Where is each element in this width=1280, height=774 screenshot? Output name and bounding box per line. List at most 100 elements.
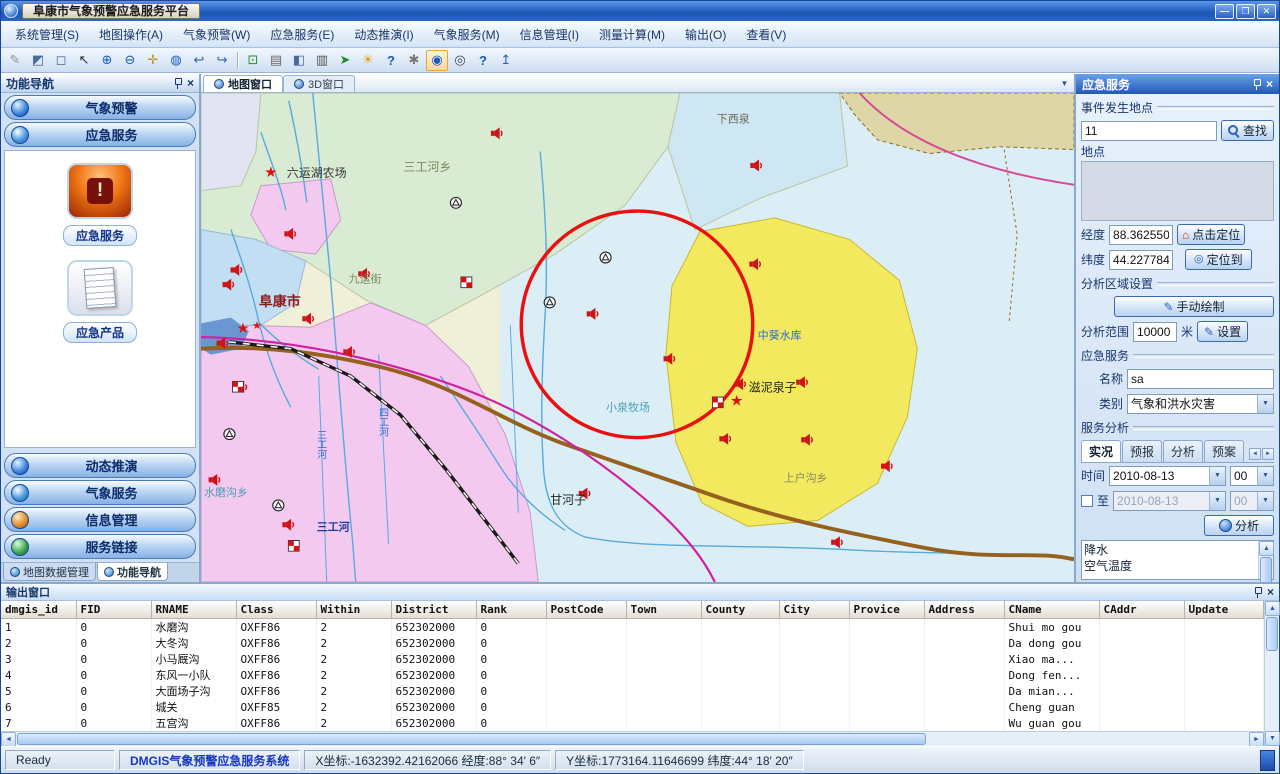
sidebar-item-weather-service[interactable]: 气象服务 <box>4 480 196 505</box>
combo-caret-icon[interactable]: ▼ <box>1257 467 1273 485</box>
menu-weather-service[interactable]: 气象服务(M) <box>424 22 510 47</box>
menu-view[interactable]: 查看(V) <box>736 22 796 47</box>
station-icon[interactable] <box>224 429 235 440</box>
overview-map-tool-icon[interactable]: ⊡ <box>242 50 264 71</box>
event-star-icon[interactable]: ★ <box>252 320 262 332</box>
tab-3d-window[interactable]: 3D窗口 <box>283 75 355 92</box>
tab-analysis[interactable]: 分析 <box>1163 440 1203 462</box>
service-name-input[interactable] <box>1127 369 1274 389</box>
station-icon[interactable] <box>273 500 284 511</box>
zoom-forward-tool-icon[interactable]: ↪ <box>211 50 233 71</box>
combo-caret-icon[interactable]: ▼ <box>1209 467 1225 485</box>
time-date-combo[interactable]: 2010-08-13 ▼ <box>1109 466 1226 486</box>
visibility-tool-icon[interactable]: ◎ <box>449 50 471 71</box>
manual-draw-button[interactable]: ✎ 手动绘制 <box>1114 296 1274 317</box>
flag-shield-icon[interactable] <box>461 277 472 288</box>
table-row[interactable]: 4 0 东风一小队 OXFF86 2 652302000 0 <box>1 667 1264 683</box>
map-svg[interactable]: ★ ★ ★ ★ 下西泉 六运湖农场 三工河乡 阜康市 九运街 中葵水库 滋泥泉子 <box>201 93 1074 582</box>
combo-caret-icon[interactable]: ▼ <box>1257 492 1273 510</box>
sidebar-item-service-links[interactable]: 服务链接 <box>4 534 196 559</box>
list-item[interactable]: 降水 <box>1084 542 1256 558</box>
service-type-combo[interactable]: 气象和洪水灾害 ▼ <box>1127 394 1274 414</box>
scroll-left-icon[interactable]: ◄ <box>1 732 16 746</box>
hint-tool-icon[interactable]: ☀ <box>357 50 379 71</box>
export-tool-icon[interactable]: ↥ <box>495 50 517 71</box>
longitude-input[interactable] <box>1109 225 1173 245</box>
output-vscrollbar[interactable]: ▲ ▼ <box>1264 601 1279 746</box>
layer-control-tool-icon[interactable]: ▤ <box>265 50 287 71</box>
column-header[interactable]: District <box>391 601 476 619</box>
column-header[interactable]: CName <box>1004 601 1099 619</box>
analysis-item-list[interactable]: 降水空气温度 ▲ ▼ <box>1081 540 1274 580</box>
column-header[interactable]: Town <box>626 601 701 619</box>
close-icon[interactable]: × <box>1266 78 1273 90</box>
scrollbar-thumb[interactable] <box>17 733 926 745</box>
event-star-icon[interactable]: ★ <box>730 393 743 409</box>
emergency-product-shortcut[interactable]: 应急产品 <box>63 260 137 343</box>
pan-tool-icon[interactable]: ✛ <box>142 50 164 71</box>
menu-map-ops[interactable]: 地图操作(A) <box>89 22 173 47</box>
scroll-down-icon[interactable]: ▼ <box>1265 731 1280 746</box>
tab-live[interactable]: 实况 <box>1081 440 1121 462</box>
settings-tool-icon[interactable]: ✱ <box>403 50 425 71</box>
full-extent-tool-icon[interactable]: ◍ <box>165 50 187 71</box>
event-star-icon[interactable]: ★ <box>264 165 277 181</box>
pointer-tool-icon[interactable]: ↖ <box>73 50 95 71</box>
help-tool-icon[interactable]: ? <box>472 50 494 71</box>
event-star-icon[interactable]: ★ <box>236 321 249 337</box>
column-header[interactable]: Class <box>236 601 316 619</box>
swipe-tool-icon[interactable]: ◧ <box>288 50 310 71</box>
flag-shield-icon[interactable] <box>712 397 723 408</box>
column-header[interactable]: RNAME <box>151 601 236 619</box>
table-row[interactable]: 5 0 大面场子沟 OXFF86 2 652302000 0 <box>1 683 1264 699</box>
tab-plan[interactable]: 预案 <box>1204 440 1244 462</box>
restore-button[interactable]: ❐ <box>1236 4 1255 19</box>
locate-to-button[interactable]: ◎ 定位到 <box>1185 249 1252 270</box>
to-hour-combo[interactable]: 00 ▼ <box>1230 491 1274 511</box>
scrollbar-thumb[interactable] <box>1260 557 1272 582</box>
sidebar-item-emergency-service[interactable]: 应急服务 <box>4 122 196 147</box>
click-locate-button[interactable]: ⌂ 点击定位 <box>1177 224 1245 245</box>
globe-service-tool-icon[interactable]: ◉ <box>426 50 448 71</box>
pin-icon[interactable] <box>1253 79 1260 90</box>
station-icon[interactable] <box>450 197 461 208</box>
tab-scroll-right-icon[interactable]: ► <box>1262 448 1274 460</box>
to-date-combo[interactable]: 2010-08-13 ▼ <box>1113 491 1226 511</box>
column-header[interactable]: dmgis_id <box>1 601 76 619</box>
output-hscrollbar[interactable]: ◄ ► <box>1 731 1264 746</box>
column-header[interactable]: City <box>779 601 849 619</box>
column-header[interactable]: County <box>701 601 779 619</box>
emergency-service-shortcut[interactable]: ! 应急服务 <box>63 163 137 246</box>
menu-output[interactable]: 输出(O) <box>675 22 736 47</box>
location-search-input[interactable] <box>1081 121 1217 141</box>
scroll-right-icon[interactable]: ► <box>1249 732 1264 746</box>
tab-list-caret-icon[interactable]: ▼ <box>1057 76 1072 91</box>
column-header[interactable]: Address <box>924 601 1004 619</box>
range-set-button[interactable]: ✎ 设置 <box>1197 321 1248 342</box>
tab-scroll-left-icon[interactable]: ◄ <box>1249 448 1261 460</box>
zoom-in-tool-icon[interactable]: ⊕ <box>96 50 118 71</box>
station-icon[interactable] <box>600 252 611 263</box>
latitude-input[interactable] <box>1109 250 1173 270</box>
identify-tool-icon[interactable]: ? <box>380 50 402 71</box>
menu-dynamic-deduction[interactable]: 动态推演(I) <box>344 22 423 47</box>
sidebar-item-info-mgmt[interactable]: 信息管理 <box>4 507 196 532</box>
flag-shield-icon[interactable] <box>288 541 299 552</box>
table-row[interactable]: 6 0 城关 OXFF85 2 652302000 0 <box>1 699 1264 715</box>
menu-emergency-service[interactable]: 应急服务(E) <box>260 22 344 47</box>
time-hour-combo[interactable]: 00 ▼ <box>1230 466 1274 486</box>
pin-icon[interactable] <box>1254 587 1261 598</box>
tab-forecast[interactable]: 预报 <box>1122 440 1162 462</box>
station-icon[interactable] <box>544 297 555 308</box>
edit-tool-icon[interactable]: ✎ <box>4 50 26 71</box>
analyze-button[interactable]: 分析 <box>1204 515 1274 536</box>
flag-shield-icon[interactable] <box>232 381 243 392</box>
find-button[interactable]: 查找 <box>1221 120 1274 141</box>
table-row[interactable]: 7 0 五宫沟 OXFF86 2 652302000 0 <box>1 715 1264 731</box>
select-box-tool-icon[interactable]: ◻ <box>50 50 72 71</box>
menu-measure-calc[interactable]: 测量计算(M) <box>589 22 675 47</box>
column-header[interactable]: FID <box>76 601 151 619</box>
combo-caret-icon[interactable]: ▼ <box>1257 395 1273 413</box>
sidebar-item-weather-warning[interactable]: 气象预警 <box>4 95 196 120</box>
minimize-button[interactable]: — <box>1215 4 1234 19</box>
